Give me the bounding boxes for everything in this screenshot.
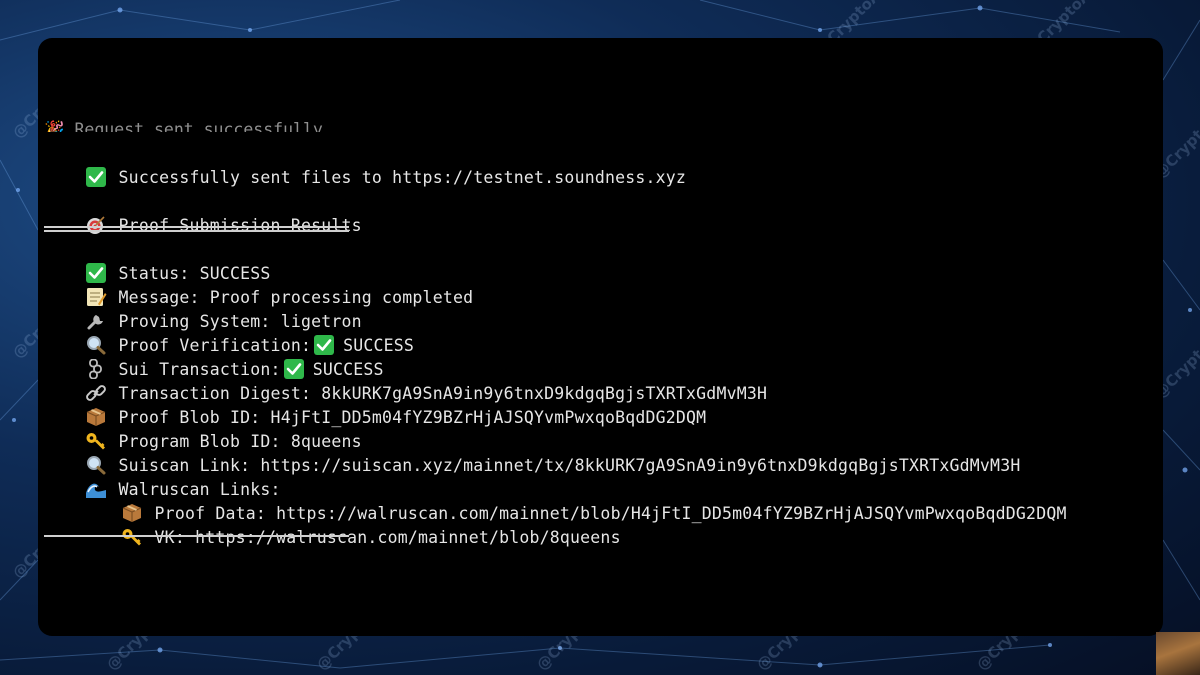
truncated-output-line: 🎉 Request sent successfully — [44, 120, 323, 132]
check-icon — [85, 167, 109, 187]
terminal-window[interactable]: 🎉 Request sent successfully Successfully… — [38, 38, 1163, 636]
message-line: Message: Proof processing completed — [44, 262, 473, 307]
transaction-digest-line: Transaction Digest: 8kkURK7gA9SnA9in9y6t… — [44, 358, 767, 403]
single-divider — [44, 535, 349, 537]
proof-data-line: Proof Data: https://walruscan.com/mainne… — [80, 478, 1067, 523]
suiscan-line: Suiscan Link: https://suiscan.xyz/mainne… — [44, 430, 1020, 475]
program-blob-line: Program Blob ID: 8queens — [44, 406, 362, 451]
target-icon — [85, 215, 109, 235]
sui-transaction-line: Sui Transaction: SUCCESS — [44, 334, 384, 379]
status-line: Status: SUCCESS — [44, 238, 271, 283]
proving-system-line: Proving System: ligetron — [44, 286, 362, 331]
avatar — [1156, 632, 1200, 675]
proof-verification-line: Proof Verification: SUCCESS — [44, 310, 414, 355]
vk-text[interactable]: VK: https://walruscan.com/mainnet/blob/8… — [155, 528, 621, 547]
walruscan-line: Walruscan Links: — [44, 454, 281, 499]
key-icon — [121, 527, 145, 547]
results-header: Proof Submission Results — [44, 190, 362, 235]
sent-files-text: Successfully sent files to https://testn… — [118, 168, 687, 187]
double-divider — [44, 226, 349, 232]
vk-line: VK: https://walruscan.com/mainnet/blob/8… — [80, 502, 621, 547]
sent-files-line: Successfully sent files to https://testn… — [44, 142, 686, 187]
proof-blob-line: Proof Blob ID: H4jFtI_DD5m04fYZ9BZrHjAJS… — [44, 382, 706, 427]
